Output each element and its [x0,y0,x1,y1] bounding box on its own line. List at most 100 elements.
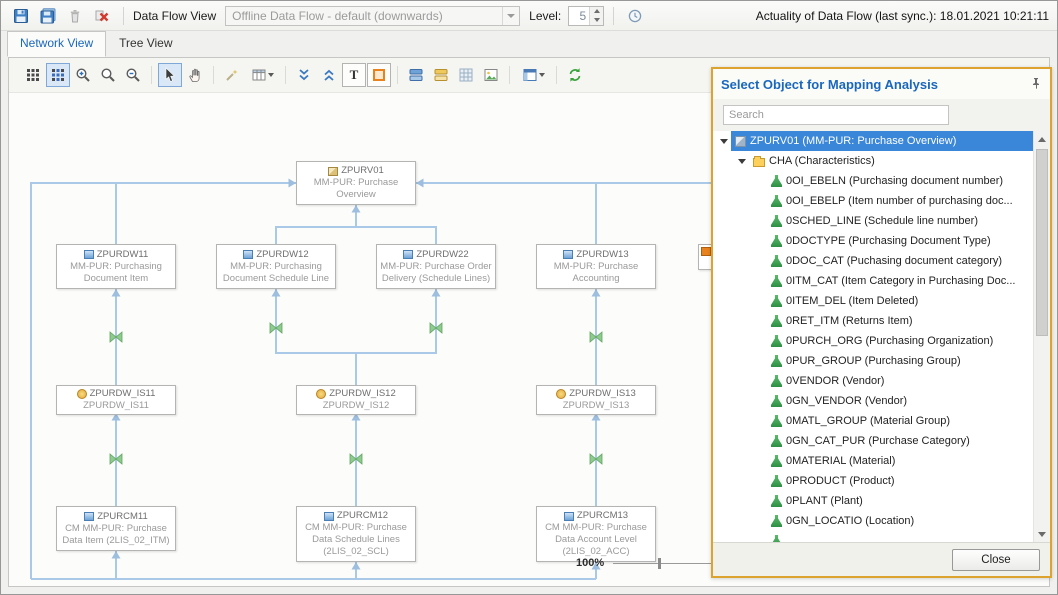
select-tool-icon[interactable] [158,63,182,87]
char-icon [771,495,782,507]
network-layout-icon[interactable] [46,63,70,87]
tree-item[interactable]: 0ITM_CAT (Item Category in Purchasing Do… [713,271,1034,291]
level-spinner[interactable]: 5 [568,6,604,26]
highlight-frame-icon[interactable] [367,63,391,87]
tree-item[interactable]: 0PRODUCT (Product) [713,471,1034,491]
zoom-slider[interactable] [613,563,718,564]
pin-icon[interactable] [1030,77,1042,92]
collapse-all-icon[interactable] [292,63,316,87]
expand-all-icon[interactable] [317,63,341,87]
toolbar-separator [151,66,152,84]
node-zpurcm13[interactable]: ZPURCM13CM MM-PUR: PurchaseData Account … [536,506,656,562]
adso-icon [324,512,334,521]
infosource-icon [556,389,566,399]
top-toolbar: Data Flow View Offline Data Flow - defau… [1,1,1057,31]
level-decrement-icon[interactable] [590,16,603,25]
tree-item[interactable] [713,531,1034,542]
node-zpurdw11[interactable]: ZPURDW11MM-PUR: PurchasingDocument Item [56,244,176,289]
node-zpurdw_is13[interactable]: ZPURDW_IS13ZPURDW_IS13 [536,385,656,415]
tree-item[interactable]: 0OI_EBELN (Purchasing document number) [713,171,1034,191]
tree-item[interactable]: 0GN_LOCATIO (Location) [713,511,1034,531]
node-zpurv01[interactable]: ZPURV01MM-PUR: PurchaseOverview [296,161,416,205]
data-flow-dropdown-value: Offline Data Flow - default (downwards) [226,9,502,23]
tree-item[interactable]: 0PUR_GROUP (Purchasing Group) [713,351,1034,371]
tree-scrollbar[interactable] [1033,131,1050,542]
level-increment-icon[interactable] [590,7,603,16]
tree-item-label: 0DOC_CAT (Puchasing document category) [786,255,1002,267]
search-input[interactable] [723,105,949,125]
tree-item[interactable]: 0VENDOR (Vendor) [713,371,1034,391]
panel-titlebar: Select Object for Mapping Analysis [713,69,1050,99]
char-icon [771,195,782,207]
tree-item[interactable]: 0DOC_CAT (Puchasing document category) [713,251,1034,271]
dropdown-caret-icon [502,7,519,25]
node-zpurdw13[interactable]: ZPURDW13MM-PUR: PurchaseAccounting [536,244,656,289]
tree-item-label: 0MATERIAL (Material) [786,455,895,467]
tab-tree-view[interactable]: Tree View [106,31,185,57]
tree-item[interactable]: 0PLANT (Plant) [713,491,1034,511]
tree-item[interactable]: 0GN_VENDOR (Vendor) [713,391,1034,411]
char-icon [771,415,782,427]
pan-tool-icon[interactable] [183,63,207,87]
tree-item-label: 0GN_CAT_PUR (Purchase Category) [786,435,970,447]
tree-item[interactable]: 0ITEM_DEL (Item Deleted) [713,291,1034,311]
close-button[interactable]: Close [952,549,1040,571]
zoom-out-icon[interactable] [121,63,145,87]
char-icon [771,295,782,307]
char-icon [771,275,782,287]
tab-network-view[interactable]: Network View [7,31,106,57]
tree-item[interactable]: 0MATL_GROUP (Material Group) [713,411,1034,431]
tree-item[interactable]: 0PURCH_ORG (Purchasing Organization) [713,331,1034,351]
tree-item[interactable]: 0DOCTYPE (Purchasing Document Type) [713,231,1034,251]
tree-item[interactable]: 0GN_CAT_PUR (Purchase Category) [713,431,1034,451]
tree-item[interactable]: CHA (Characteristics) [713,151,1034,171]
toolbar-separator [509,66,510,84]
node-zpurdw22[interactable]: ZPURDW22MM-PUR: Purchase OrderDelivery (… [376,244,496,289]
panel-title: Select Object for Mapping Analysis [721,77,938,92]
blue-layers-icon[interactable] [404,63,428,87]
data-flow-dropdown[interactable]: Offline Data Flow - default (downwards) [225,6,520,26]
data-flow-window: Data Flow View Offline Data Flow - defau… [0,0,1058,595]
sync-clock-icon[interactable] [623,4,647,28]
char-icon [771,395,782,407]
refresh-icon[interactable] [563,63,587,87]
chevron-down-icon [539,73,545,77]
tree-item[interactable]: 0MATERIAL (Material) [713,451,1034,471]
scroll-up-icon[interactable] [1034,131,1050,147]
toolbar-separator [613,7,614,25]
tab-bar: Network View Tree View [1,31,1057,57]
adso-icon [563,250,573,259]
expander-icon[interactable] [717,139,731,144]
zoom-original-icon[interactable] [96,63,120,87]
save-all-icon[interactable] [36,4,60,28]
remove-data-flow-icon[interactable] [90,4,114,28]
char-icon [771,315,782,327]
expander-icon[interactable] [735,159,749,164]
node-zpurdw_is11[interactable]: ZPURDW_IS11ZPURDW_IS11 [56,385,176,415]
node-zpurcm11[interactable]: ZPURCM11CM MM-PUR: PurchaseData Item (2L… [56,506,176,551]
grid-matrix-icon[interactable] [21,63,45,87]
zoom-control: 100% [576,557,718,569]
tree-item-label: 0PURCH_ORG (Purchasing Organization) [786,335,993,347]
export-image-icon[interactable] [479,63,503,87]
save-icon[interactable] [9,4,33,28]
node-zpurdw_is12[interactable]: ZPURDW_IS12ZPURDW_IS12 [296,385,416,415]
node-zpurcm12[interactable]: ZPURCM12CM MM-PUR: PurchaseData Schedule… [296,506,416,562]
delete-icon[interactable] [63,4,87,28]
tree-item[interactable]: ZPURV01 (MM-PUR: Purchase Overview) [713,131,1034,151]
tree-item[interactable]: 0SCHED_LINE (Schedule line number) [713,211,1034,231]
analysis-table-icon[interactable] [516,63,550,87]
yellow-layers-icon[interactable] [429,63,453,87]
char-icon [771,455,782,467]
tree-item[interactable]: 0RET_ITM (Returns Item) [713,311,1034,331]
layout-options-icon[interactable] [245,63,279,87]
text-display-icon[interactable]: T [342,63,366,87]
zoom-in-icon[interactable] [71,63,95,87]
scrollbar-thumb[interactable] [1036,149,1048,336]
grid-small-icon[interactable] [454,63,478,87]
tree-item[interactable]: 0OI_EBELP (Item number of purchasing doc… [713,191,1034,211]
magic-wand-icon[interactable] [220,63,244,87]
tree-item-label: 0PUR_GROUP (Purchasing Group) [786,355,961,367]
node-zpurdw12[interactable]: ZPURDW12MM-PUR: PurchasingDocument Sched… [216,244,336,289]
zoom-slider-handle[interactable] [658,558,661,569]
